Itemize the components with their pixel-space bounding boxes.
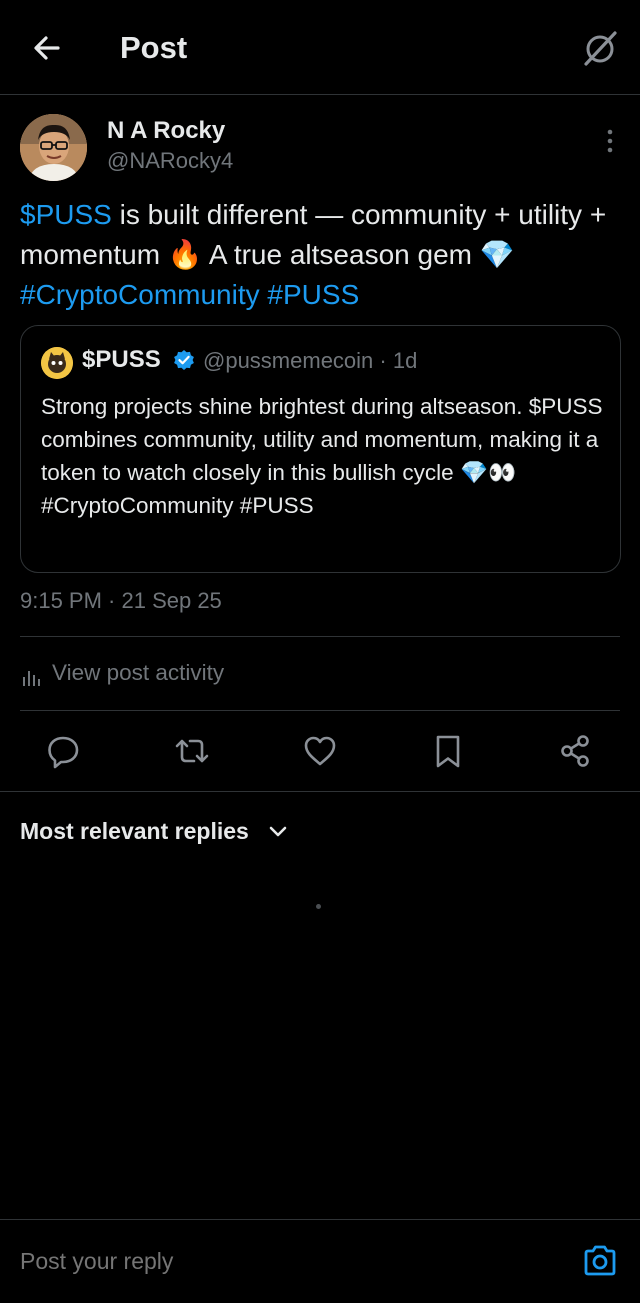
quoted-avatar [41,347,73,379]
bookmark-icon[interactable] [430,733,466,769]
repost-icon[interactable] [174,733,210,769]
loading-indicator [316,904,321,909]
post-timestamp: 9:15 PM · 21 Sep 25 [20,588,222,613]
post-author: N A Rocky @NARocky4 [20,114,620,184]
author-handle[interactable]: @NARocky4 [107,148,233,174]
divider [20,636,620,637]
quoted-post[interactable]: $PUSS @pussmemecoin · 1d Strong projects… [20,325,621,573]
post-link[interactable]: $PUSS [20,199,112,230]
reply-composer [0,1219,640,1303]
more-options-icon[interactable] [606,128,614,154]
like-heart-icon[interactable] [302,733,338,769]
top-bar: Post [0,0,640,95]
author-avatar[interactable] [20,114,87,181]
avatar-image [20,114,87,181]
author-name[interactable]: N A Rocky [107,117,225,145]
quoted-text: Strong projects shine brightest during a… [41,394,603,518]
post-actions [0,730,640,774]
back-arrow-icon[interactable] [28,28,68,68]
post-link[interactable]: #PUSS [267,279,359,310]
verified-badge-icon [174,350,194,370]
quoted-handle-time: @pussmemecoin · 1d [203,348,418,373]
reply-icon[interactable] [46,733,82,769]
reply-input[interactable] [20,1248,520,1275]
grok-icon[interactable] [580,28,620,68]
divider [20,710,620,711]
page-title: Post [120,30,188,65]
activity-label: View post activity [52,660,225,685]
analytics-icon [23,671,40,686]
share-icon[interactable] [558,733,594,769]
divider [0,791,640,792]
replies-sort-label[interactable]: Most relevant replies [20,818,249,845]
post-link[interactable]: #CryptoCommunity [20,279,260,310]
post-text: $PUSS is built different — community + u… [20,195,620,315]
puss-logo-icon [41,347,73,379]
camera-icon[interactable] [582,1244,618,1278]
quoted-author-name: $PUSS [82,346,161,373]
chevron-down-icon[interactable] [268,823,288,841]
